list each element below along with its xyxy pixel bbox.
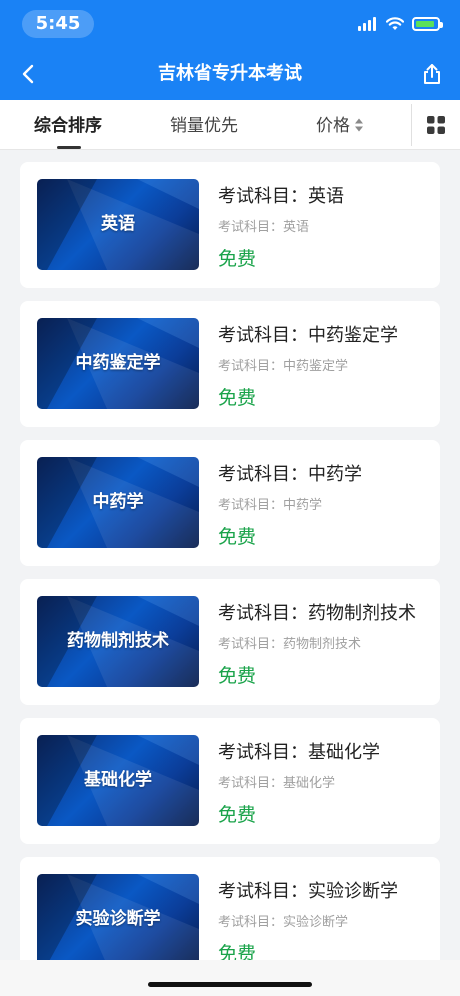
signal-icon <box>358 17 376 31</box>
course-subtitle: 考试科目：药物制剂技术 <box>218 637 362 652</box>
course-thumbnail: 药物制剂技术 <box>37 596 199 687</box>
sort-tab-price[interactable]: 价格 <box>316 100 364 150</box>
course-thumbnail: 中药学 <box>37 457 199 548</box>
course-price: 免费 <box>218 387 257 409</box>
wifi-icon <box>386 17 404 30</box>
status-bar: 5:45 <box>0 0 460 48</box>
course-subtitle: 考试科目：英语 <box>218 220 310 235</box>
course-price: 免费 <box>218 804 257 826</box>
course-title: 考试科目：实验诊断学 <box>218 881 398 902</box>
thumbnail-label: 实验诊断学 <box>75 909 161 929</box>
sort-arrows-icon <box>355 118 363 132</box>
thumbnail-label: 中药鉴定学 <box>75 353 161 373</box>
course-title: 考试科目：药物制剂技术 <box>218 603 416 624</box>
course-thumbnail: 实验诊断学 <box>37 874 199 965</box>
sort-tab-price-label: 价格 <box>316 116 350 136</box>
course-price: 免费 <box>218 248 257 270</box>
active-tab-indicator <box>57 146 81 149</box>
list-item[interactable]: 中药学 考试科目：中药学 考试科目：中药学 免费 <box>20 440 440 566</box>
course-subtitle: 考试科目：中药鉴定学 <box>218 359 349 374</box>
thumbnail-label: 基础化学 <box>84 770 152 790</box>
sort-tab-sales[interactable]: 销量优先 <box>170 100 238 150</box>
bottom-safe-area <box>0 960 460 996</box>
course-thumbnail: 英语 <box>37 179 199 270</box>
course-subtitle: 考试科目：中药学 <box>218 498 323 513</box>
list-item[interactable]: 中药鉴定学 考试科目：中药鉴定学 考试科目：中药鉴定学 免费 <box>20 301 440 427</box>
course-subtitle: 考试科目：实验诊断学 <box>218 915 349 930</box>
course-thumbnail: 基础化学 <box>37 735 199 826</box>
course-title: 考试科目：英语 <box>218 186 344 207</box>
share-icon <box>424 64 440 84</box>
sort-tab-comprehensive[interactable]: 综合排序 <box>34 100 102 150</box>
list-item[interactable]: 英语 考试科目：英语 考试科目：英语 免费 <box>20 162 440 288</box>
list-item[interactable]: 药物制剂技术 考试科目：药物制剂技术 考试科目：药物制剂技术 免费 <box>20 579 440 705</box>
battery-charging-icon <box>412 17 443 31</box>
course-thumbnail: 中药鉴定学 <box>37 318 199 409</box>
status-icons <box>358 14 443 34</box>
course-title: 考试科目：基础化学 <box>218 742 380 763</box>
thumbnail-label: 药物制剂技术 <box>67 631 169 651</box>
sort-bar: 综合排序 销量优先 价格 <box>0 100 460 150</box>
course-title: 考试科目：中药鉴定学 <box>218 325 398 346</box>
thumbnail-label: 中药学 <box>92 492 144 512</box>
grid-icon[interactable] <box>426 115 446 135</box>
status-time: 5:45 <box>22 10 94 38</box>
share-button[interactable] <box>418 60 446 88</box>
course-price: 免费 <box>218 526 257 548</box>
home-indicator[interactable] <box>148 982 312 987</box>
divider <box>411 104 412 146</box>
app-screen: 5:45 吉林省专升本考试 综合排序 销量优先 价格 英语 考试科目：英语 考试… <box>0 0 460 996</box>
nav-bar: 吉林省专升本考试 <box>0 48 460 100</box>
course-title: 考试科目：中药学 <box>218 464 362 485</box>
course-subtitle: 考试科目：基础化学 <box>218 776 336 791</box>
course-price: 免费 <box>218 665 257 687</box>
list-item[interactable]: 基础化学 考试科目：基础化学 考试科目：基础化学 免费 <box>20 718 440 844</box>
thumbnail-label: 英语 <box>101 214 135 234</box>
page-title: 吉林省专升本考试 <box>158 63 302 84</box>
